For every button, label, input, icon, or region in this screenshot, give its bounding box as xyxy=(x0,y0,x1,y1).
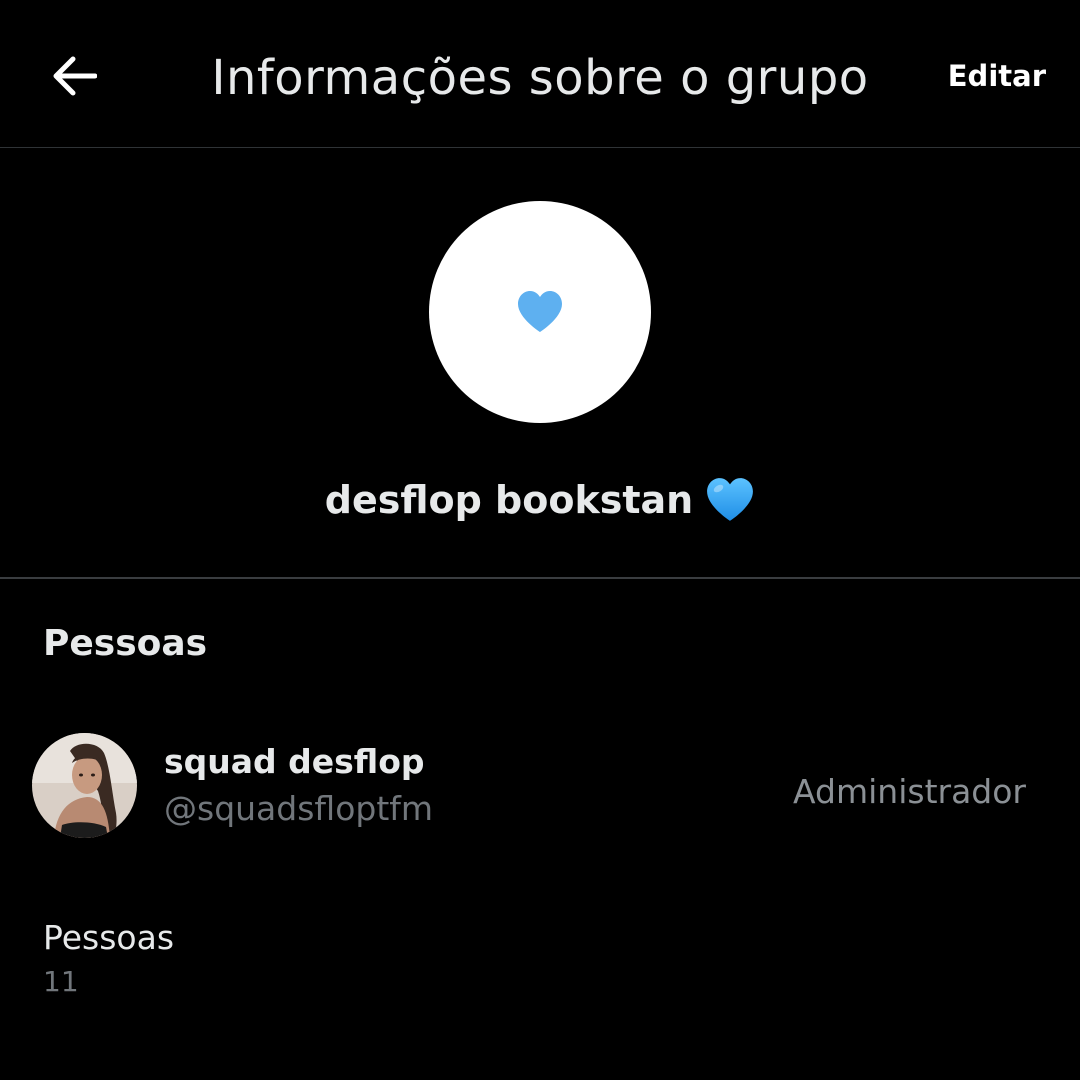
people-count-value: 11 xyxy=(43,965,79,998)
edit-button[interactable]: Editar xyxy=(948,56,1046,96)
page-title: Informações sobre o grupo xyxy=(211,50,869,106)
group-avatar[interactable] xyxy=(429,201,651,423)
member-display-name: squad desflop xyxy=(164,742,425,781)
people-count-item[interactable]: Pessoas 11 xyxy=(43,915,174,1001)
group-info-section: desflop bookstan xyxy=(0,148,1080,579)
blue-heart-icon xyxy=(707,478,754,521)
people-section-title: Pessoas xyxy=(43,623,208,664)
member-handle: @squadsfloptfm xyxy=(164,789,434,828)
avatar[interactable] xyxy=(32,733,137,838)
member-role-badge: Administrador xyxy=(793,772,1026,811)
member-row[interactable]: squad desflop @squadsfloptfm Administrad… xyxy=(0,720,1080,850)
profile-photo-icon xyxy=(32,733,137,838)
group-name-text: desflop bookstan xyxy=(324,478,694,522)
top-app-bar: Informações sobre o grupo Editar xyxy=(0,0,1080,148)
blue-heart-icon xyxy=(518,291,562,332)
group-name: desflop bookstan xyxy=(0,474,1080,526)
people-count-label: Pessoas xyxy=(43,918,175,957)
